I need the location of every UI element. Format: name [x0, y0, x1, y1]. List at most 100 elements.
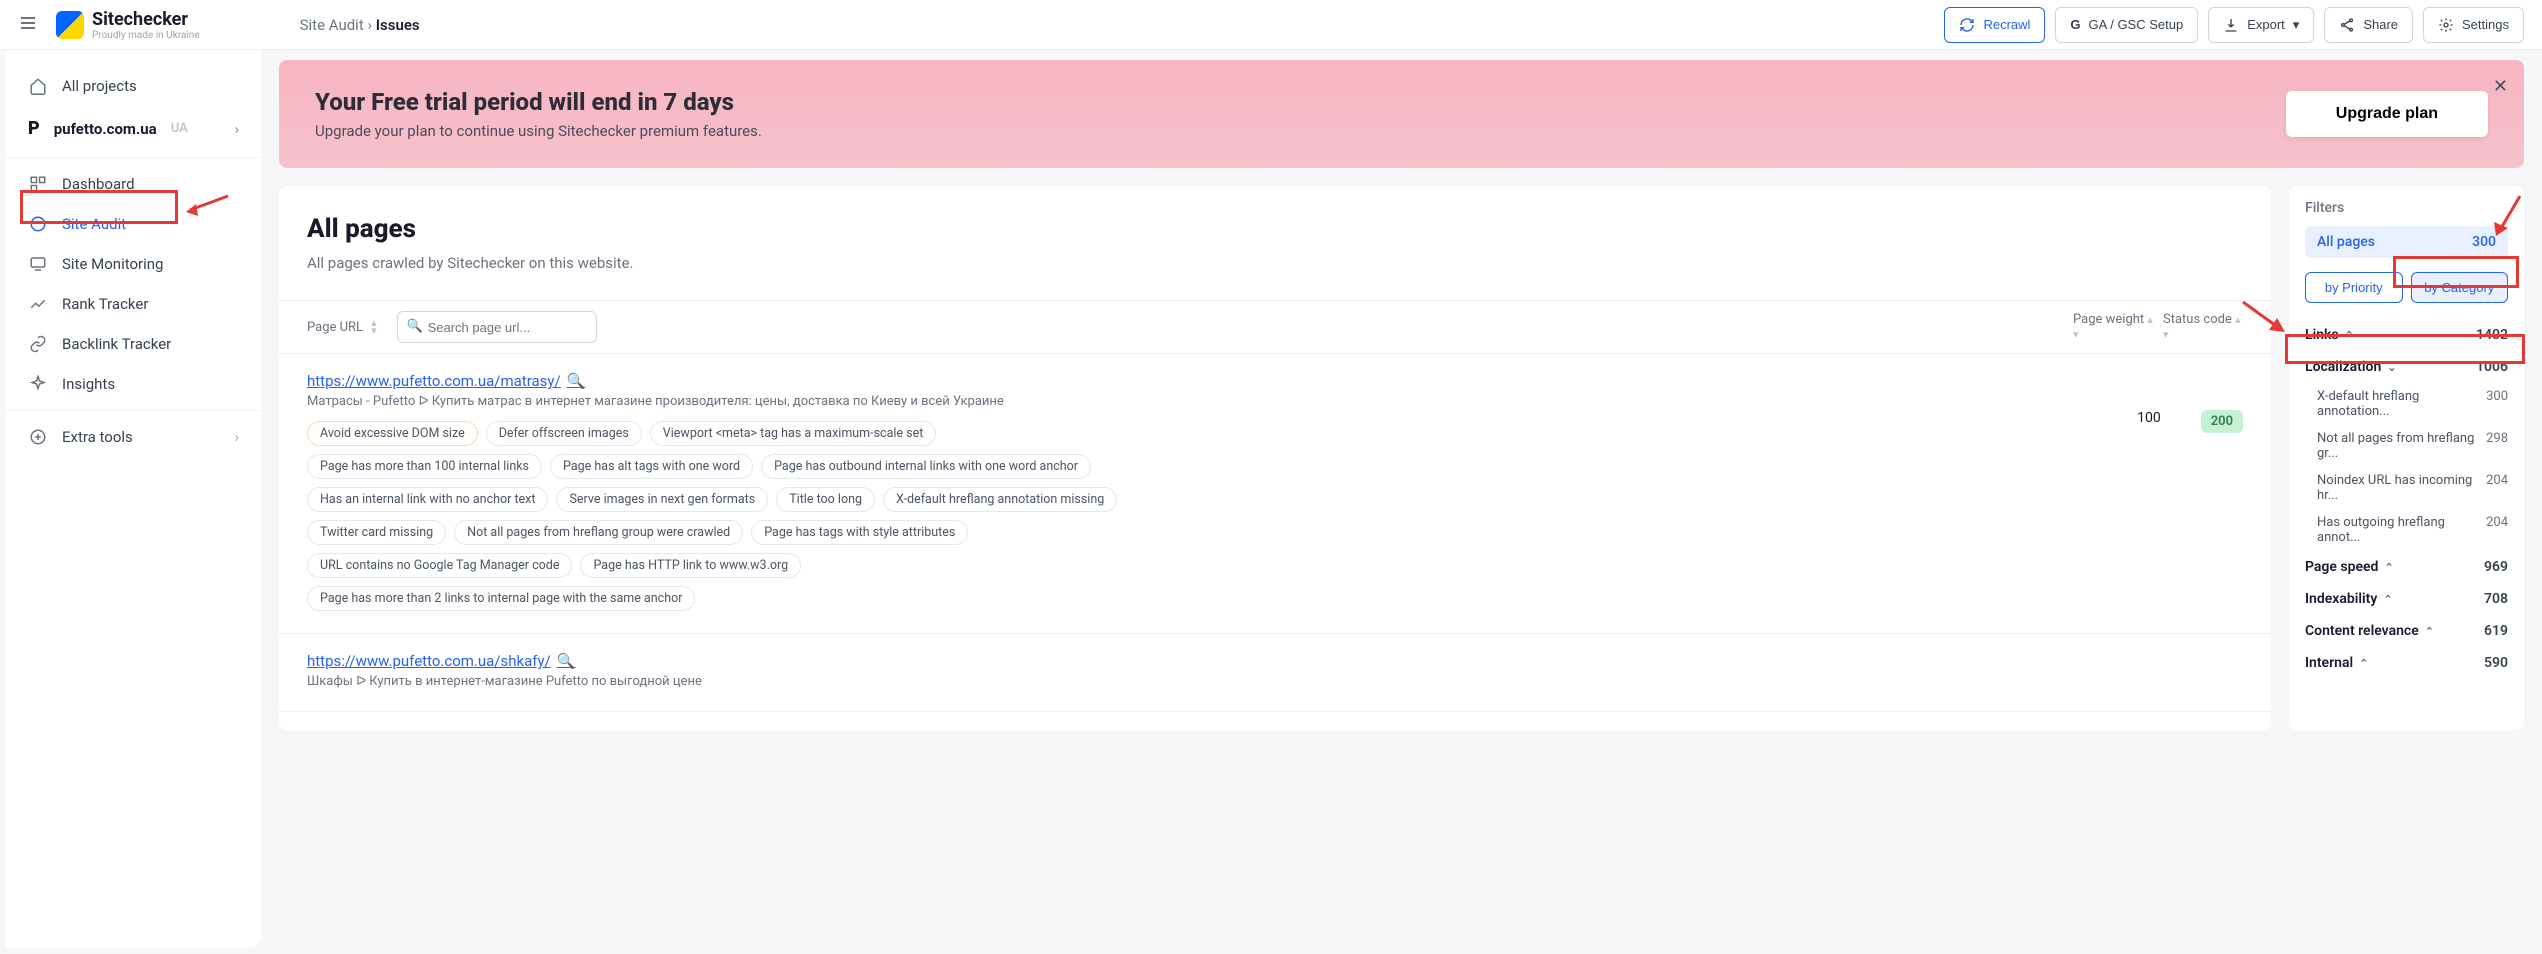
page-url-link[interactable]: https://www.pufetto.com.ua/shkafy/🔍 — [307, 652, 575, 670]
close-banner-button[interactable]: ✕ — [2493, 76, 2508, 97]
issue-tag[interactable]: Page has more than 2 links to internal p… — [307, 586, 695, 611]
banner-title: Your Free trial period will end in 7 day… — [315, 88, 762, 116]
filter-tabs: by Priority by Category — [2305, 272, 2508, 303]
header-actions: Recrawl G GA / GSC Setup Export ▾ Share … — [1944, 7, 2524, 43]
chevron-down-icon: ⌄ — [2387, 361, 2396, 374]
subcategory-count: 300 — [2486, 389, 2508, 419]
share-icon — [2339, 17, 2355, 33]
category-name: Page speed⌃ — [2305, 559, 2394, 575]
category-localization[interactable]: Localization⌄1006 — [2305, 351, 2508, 383]
issue-tag[interactable]: Page has HTTP link to www.w3.org — [580, 553, 801, 578]
ga-gsc-button[interactable]: G GA / GSC Setup — [2055, 7, 2198, 43]
ga-gsc-label: GA / GSC Setup — [2089, 17, 2184, 32]
category-count: 1402 — [2476, 327, 2508, 343]
category-pagespeed[interactable]: Page speed⌃969 — [2305, 551, 2508, 583]
logo-mark-icon — [56, 11, 84, 39]
all-pages-title: All pages — [279, 214, 2271, 244]
share-button[interactable]: Share — [2324, 7, 2413, 43]
menu-icon[interactable] — [18, 13, 38, 37]
category-name: Indexability⌃ — [2305, 591, 2393, 607]
issue-tag[interactable]: Page has tags with style attributes — [751, 520, 968, 545]
tab-by-category[interactable]: by Category — [2411, 272, 2509, 303]
issue-tags: Avoid excessive DOM size Defer offscreen … — [307, 421, 1127, 611]
category-internal[interactable]: Internal⌃590 — [2305, 647, 2508, 679]
project-domain: pufetto.com.ua — [54, 120, 157, 138]
trial-banner: Your Free trial period will end in 7 day… — [279, 60, 2524, 168]
col-url-label[interactable]: Page URL — [307, 320, 363, 335]
breadcrumb-current: Issues — [376, 16, 420, 34]
project-cc: UA — [171, 121, 188, 136]
sort-icon[interactable]: ▴▾ — [371, 319, 377, 335]
recrawl-button[interactable]: Recrawl — [1944, 7, 2045, 43]
chevron-right-icon: › — [234, 428, 239, 446]
chevron-up-icon: ⌃ — [2383, 593, 2392, 606]
issue-tag[interactable]: X-default hreflang annotation missing — [883, 487, 1117, 512]
category-name: Links⌃ — [2305, 327, 2354, 343]
issue-tag[interactable]: URL contains no Google Tag Manager code — [307, 553, 572, 578]
subcategory-count: 298 — [2486, 431, 2508, 461]
site-audit-label: Site Audit — [62, 215, 126, 233]
extra-tools-label: Extra tools — [62, 428, 133, 446]
chevron-up-icon: ⌃ — [2345, 329, 2354, 342]
project-icon: P — [28, 118, 40, 139]
sidebar-item-insights[interactable]: Insights — [6, 364, 261, 404]
subcategory-item[interactable]: X-default hreflang annotation...300 — [2305, 383, 2508, 425]
page-url-link[interactable]: https://www.pufetto.com.ua/matrasy/🔍 — [307, 372, 585, 390]
issue-tag[interactable]: Viewport <meta> tag has a maximum-scale … — [650, 421, 937, 446]
breadcrumb-parent[interactable]: Site Audit — [300, 16, 364, 34]
chevron-up-icon: ⌃ — [2359, 657, 2368, 670]
subcategory-name: Has outgoing hreflang annot... — [2317, 515, 2486, 545]
settings-button[interactable]: Settings — [2423, 7, 2524, 43]
issue-tag[interactable]: Page has outbound internal links with on… — [761, 454, 1091, 479]
category-indexability[interactable]: Indexability⌃ 708 — [2305, 583, 2508, 615]
gauge-icon — [28, 215, 48, 233]
category-name: Content relevance⌃ — [2305, 623, 2434, 639]
issue-tag[interactable]: Serve images in next gen formats — [556, 487, 768, 512]
search-icon[interactable]: 🔍 — [557, 652, 576, 670]
dashboard-icon — [28, 175, 48, 193]
category-links[interactable]: Links⌃ 1402 — [2305, 319, 2508, 351]
search-page-url-input[interactable] — [397, 311, 597, 343]
issue-tag[interactable]: Avoid excessive DOM size — [307, 421, 478, 446]
subcategory-name: Not all pages from hreflang gr... — [2317, 431, 2486, 461]
issue-tag[interactable]: Twitter card missing — [307, 520, 446, 545]
subcategory-item[interactable]: Not all pages from hreflang gr...298 — [2305, 425, 2508, 467]
sidebar-project[interactable]: P pufetto.com.ua UA › — [6, 106, 261, 151]
issue-tag[interactable]: Not all pages from hreflang group were c… — [454, 520, 743, 545]
col-status[interactable]: Status code ▴▾ — [2163, 312, 2243, 342]
logo[interactable]: Sitechecker Proudly made in Ukraine — [56, 9, 200, 41]
upgrade-plan-button[interactable]: Upgrade plan — [2286, 91, 2488, 137]
all-pages-panel: All pages All pages crawled by Sitecheck… — [279, 186, 2271, 730]
sidebar-item-backlink-tracker[interactable]: Backlink Tracker — [6, 324, 261, 364]
sidebar-item-extra-tools[interactable]: Extra tools › — [6, 417, 261, 457]
sidebar-item-rank-tracker[interactable]: Rank Tracker — [6, 284, 261, 324]
sidebar: All projects P pufetto.com.ua UA › Dashb… — [6, 6, 261, 948]
col-weight[interactable]: Page weight ▴▾ — [2073, 312, 2163, 342]
issue-tag[interactable]: Page has alt tags with one word — [550, 454, 753, 479]
subcategory-name: Noindex URL has incoming hr... — [2317, 473, 2486, 503]
page-weight-value: 100 — [2137, 410, 2161, 426]
page-desc: Шкафы ᐅ Купить в интернет-магазине Pufet… — [307, 674, 2243, 689]
sidebar-item-site-audit[interactable]: Site Audit — [6, 204, 261, 244]
search-icon[interactable]: 🔍 — [567, 372, 586, 390]
subcategory-item[interactable]: Noindex URL has incoming hr...204 — [2305, 467, 2508, 509]
category-count: 708 — [2484, 591, 2508, 607]
export-button[interactable]: Export ▾ — [2208, 7, 2314, 43]
issue-tag[interactable]: Has an internal link with no anchor text — [307, 487, 548, 512]
divider — [6, 157, 261, 158]
subcategory-count: 204 — [2486, 473, 2508, 503]
issue-tag[interactable]: Title too long — [776, 487, 875, 512]
sidebar-item-all-projects[interactable]: All projects — [6, 66, 261, 106]
category-contentrel[interactable]: Content relevance⌃619 — [2305, 615, 2508, 647]
issue-tag[interactable]: Page has more than 100 internal links — [307, 454, 542, 479]
chevron-down-icon: ▾ — [2293, 17, 2300, 33]
subcategory-item[interactable]: Has outgoing hreflang annot...204 — [2305, 509, 2508, 551]
sidebar-item-site-monitoring[interactable]: Site Monitoring — [6, 244, 261, 284]
logo-name: Sitechecker — [92, 9, 200, 30]
table-row: https://www.pufetto.com.ua/matrasy/🔍Матр… — [279, 354, 2271, 634]
sidebar-item-dashboard[interactable]: Dashboard — [6, 164, 261, 204]
tab-by-priority[interactable]: by Priority — [2305, 272, 2403, 303]
chevron-up-icon: ⌃ — [2384, 561, 2393, 574]
issue-tag[interactable]: Defer offscreen images — [486, 421, 642, 446]
filter-all-pages[interactable]: All pages 300 — [2305, 226, 2508, 258]
